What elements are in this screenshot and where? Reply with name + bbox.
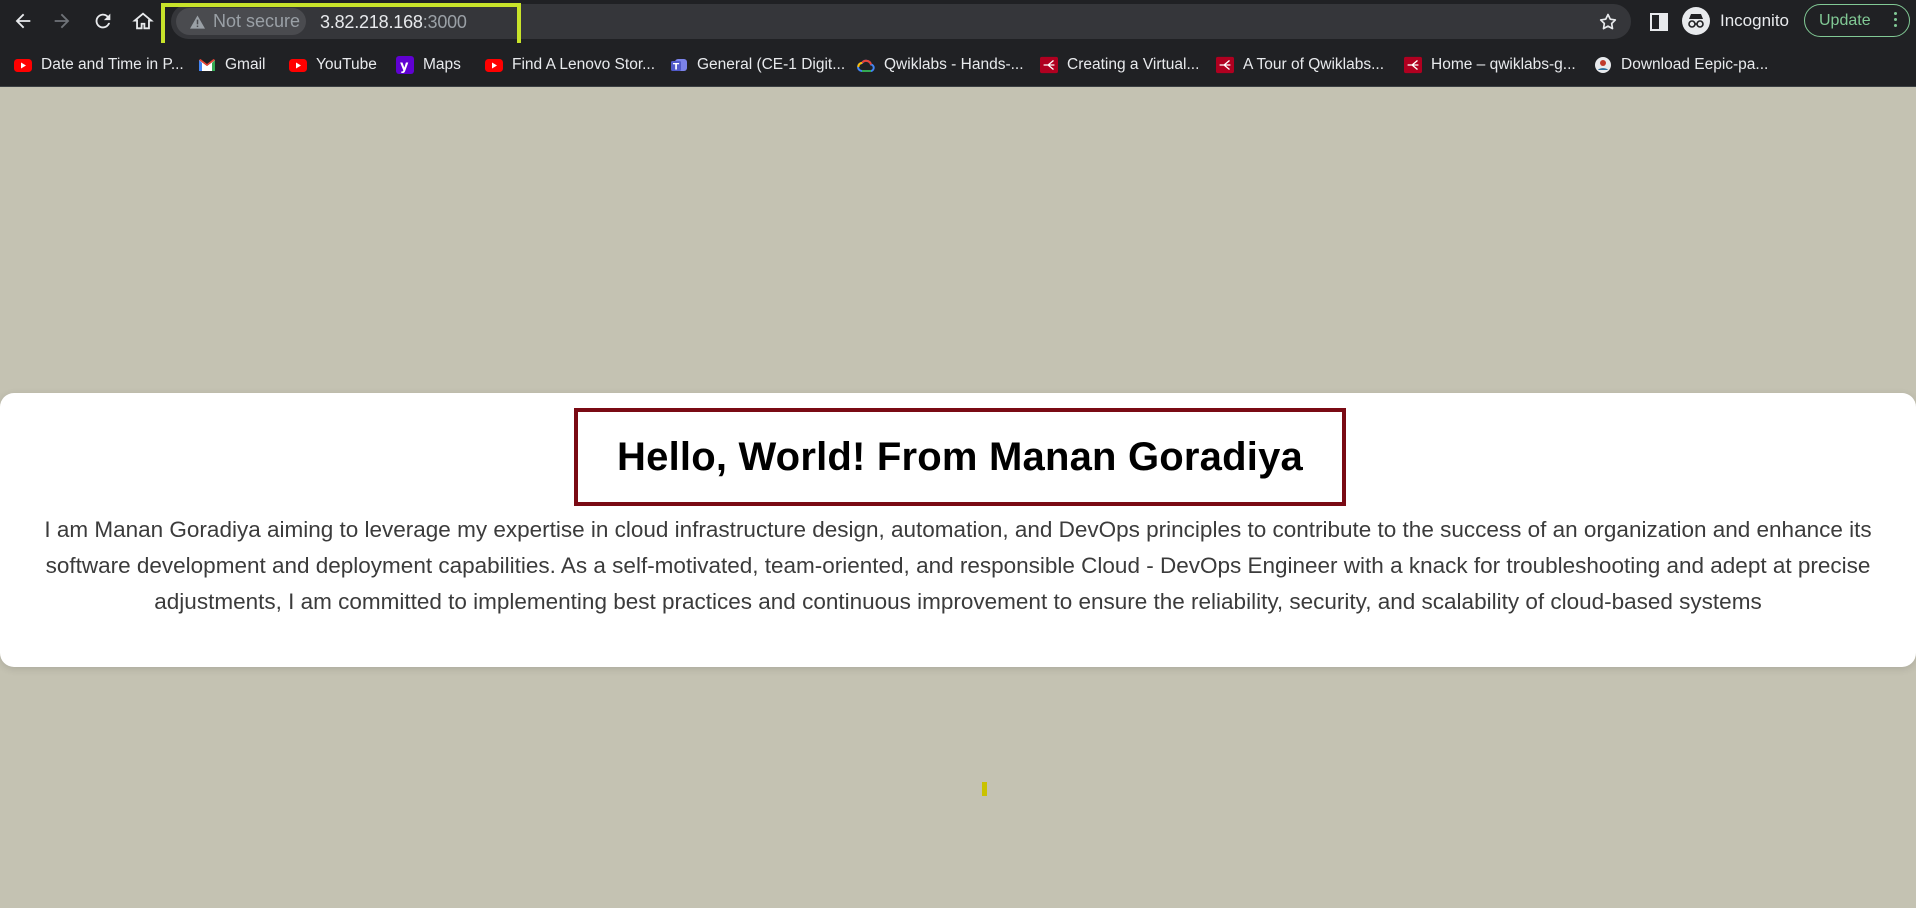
bookmark-label: Home – qwiklabs-g... xyxy=(1431,56,1576,73)
bookmarks-bar: Date and Time in P... Gmail YouTube y Ma… xyxy=(0,43,1916,87)
bookmark-item[interactable]: Download Eepic-pa... xyxy=(1594,53,1768,77)
incognito-profile[interactable]: Incognito xyxy=(1682,5,1789,37)
globe-icon xyxy=(1594,56,1612,74)
bookmark-label: Download Eepic-pa... xyxy=(1621,56,1769,73)
bookmark-label: Maps xyxy=(423,56,461,73)
bookmark-star-button[interactable] xyxy=(1594,8,1622,36)
google-cloud-icon xyxy=(857,56,875,74)
bookmark-label: Gmail xyxy=(225,56,266,73)
reload-button[interactable] xyxy=(88,6,118,36)
bookmark-item[interactable]: Qwiklabs - Hands-... xyxy=(857,53,1024,77)
svg-text:T: T xyxy=(673,63,680,73)
arrow-left-icon xyxy=(15,13,31,29)
bookmark-item[interactable]: YouTube xyxy=(289,53,377,77)
svg-text:y: y xyxy=(400,59,409,74)
qwiklabs-icon xyxy=(1216,56,1234,74)
qwiklabs-icon xyxy=(1040,56,1058,74)
bookmark-label: Creating a Virtual... xyxy=(1067,56,1200,73)
gmail-icon xyxy=(198,56,216,74)
bookmark-label: Qwiklabs - Hands-... xyxy=(884,56,1024,73)
bookmark-item[interactable]: Find A Lenovo Stor... xyxy=(485,53,655,77)
bookmark-label: Date and Time in P... xyxy=(41,56,184,73)
star-icon xyxy=(1599,13,1617,30)
incognito-label: Incognito xyxy=(1720,11,1789,30)
arrow-right-icon xyxy=(54,13,70,29)
home-icon xyxy=(132,12,154,30)
qwiklabs-icon xyxy=(1404,56,1422,74)
home-button[interactable] xyxy=(128,6,158,36)
bookmark-item[interactable]: Date and Time in P... xyxy=(14,53,184,77)
bookmark-item[interactable]: Creating a Virtual... xyxy=(1040,53,1199,77)
bookmark-item[interactable]: A Tour of Qwiklabs... xyxy=(1216,53,1384,77)
heading-box: Hello, World! From Manan Goradiya xyxy=(574,408,1346,506)
update-label: Update xyxy=(1819,11,1871,29)
page-title: Hello, World! From Manan Goradiya xyxy=(617,434,1303,479)
youtube-icon xyxy=(14,56,32,74)
side-panel-icon xyxy=(1650,13,1668,31)
teams-icon: T xyxy=(670,56,688,74)
forward-button[interactable] xyxy=(47,6,77,36)
incognito-icon xyxy=(1682,7,1710,35)
update-button[interactable]: Update xyxy=(1804,4,1910,37)
text-cursor-marker xyxy=(982,782,987,796)
more-menu-icon[interactable] xyxy=(1894,12,1897,27)
bookmark-item[interactable]: Gmail xyxy=(198,53,265,77)
bio-paragraph: I am Manan Goradiya aiming to leverage m… xyxy=(44,517,1872,614)
youtube-icon xyxy=(289,56,307,74)
side-panel-button[interactable] xyxy=(1645,8,1673,36)
bookmark-item[interactable]: T General (CE-1 Digit... xyxy=(670,53,845,77)
bookmark-label: General (CE-1 Digit... xyxy=(697,56,846,73)
bookmark-label: A Tour of Qwiklabs... xyxy=(1243,56,1384,73)
reload-icon xyxy=(95,13,111,29)
bookmark-label: Find A Lenovo Stor... xyxy=(512,56,656,73)
youtube-icon xyxy=(485,56,503,74)
yahoo-icon: y xyxy=(396,56,414,74)
bookmark-item[interactable]: Home – qwiklabs-g... xyxy=(1404,53,1576,77)
back-button[interactable] xyxy=(8,6,38,36)
bookmark-label: YouTube xyxy=(316,56,377,73)
bookmark-item[interactable]: y Maps xyxy=(396,53,461,77)
